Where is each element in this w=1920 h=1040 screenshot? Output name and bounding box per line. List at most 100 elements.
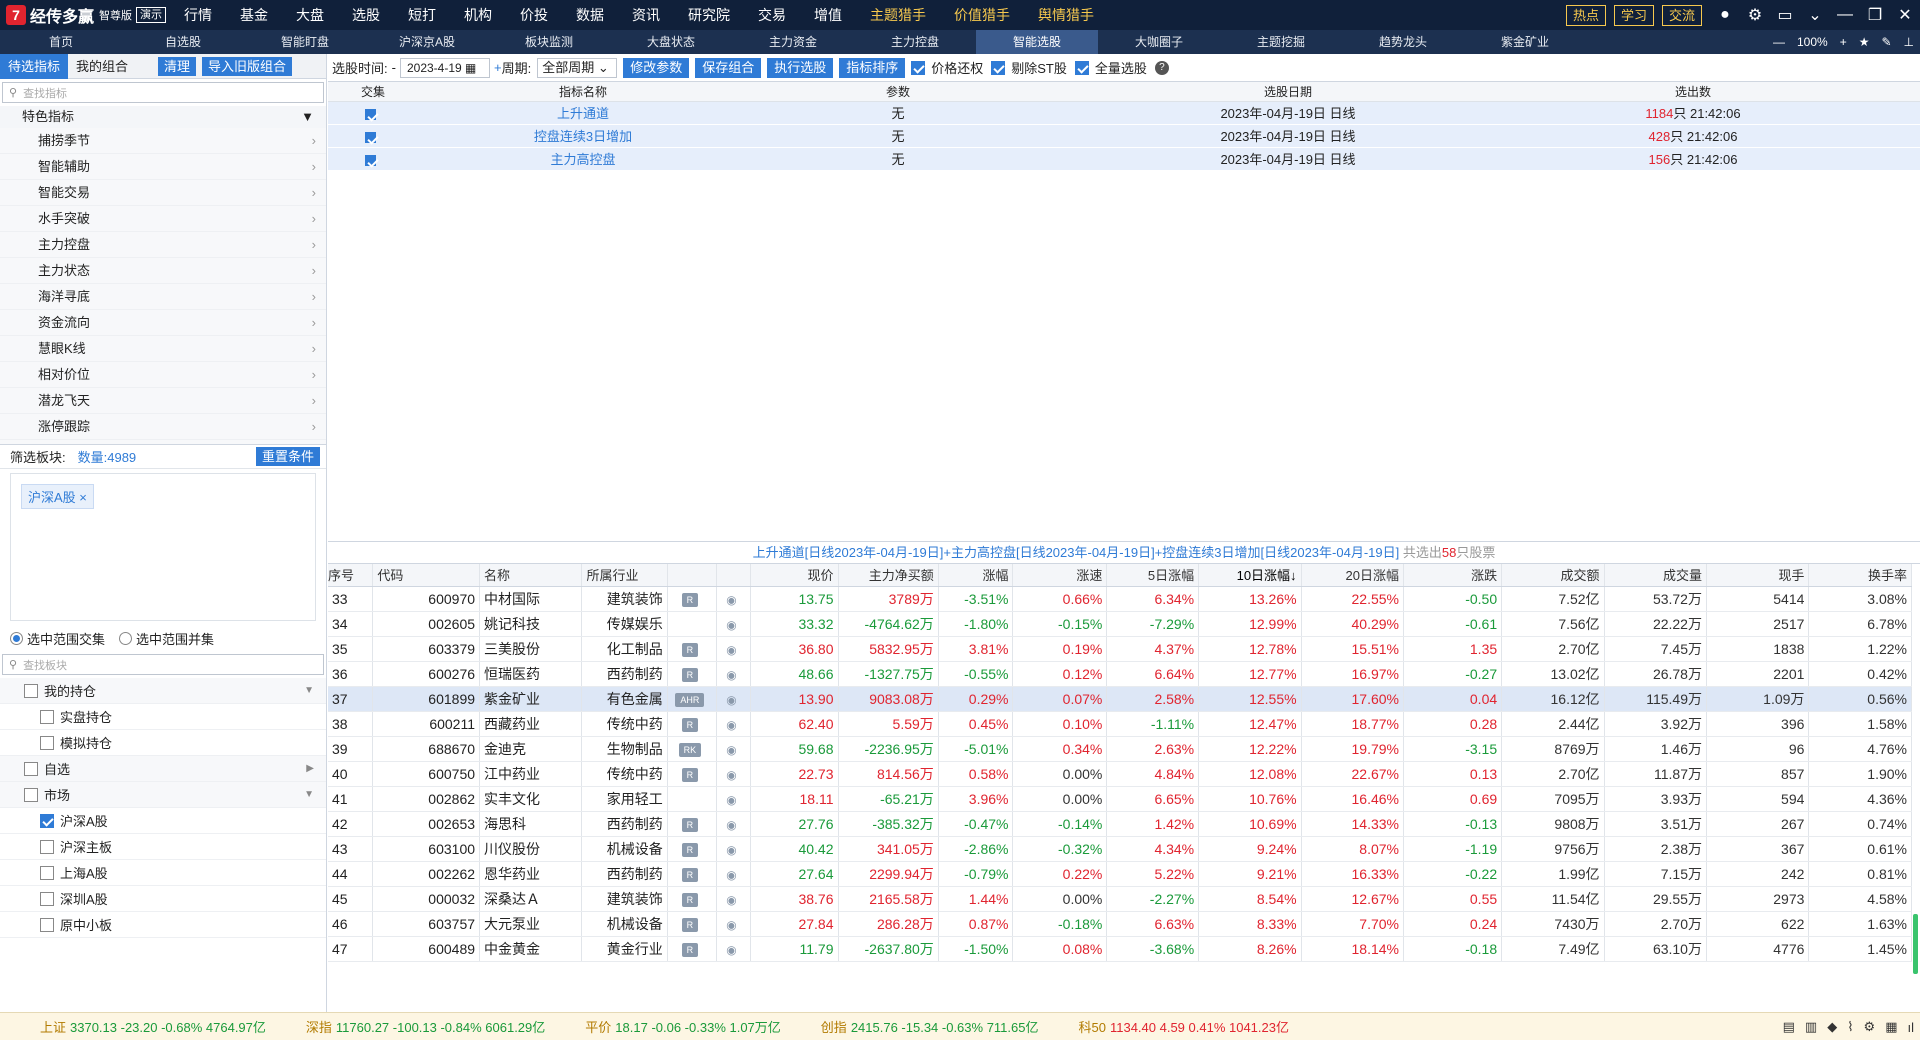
vertical-scrollbar[interactable] — [1913, 914, 1918, 974]
window-layout-icon[interactable]: ▭ — [1770, 0, 1800, 30]
tab-item[interactable]: 主力资金 — [732, 30, 854, 54]
tab-item[interactable]: 板块监测 — [488, 30, 610, 54]
eye-icon[interactable]: ◉ — [726, 868, 736, 882]
menu-item[interactable]: 交易 — [744, 0, 800, 30]
full-selection-checkbox[interactable] — [1074, 60, 1089, 75]
eye-icon[interactable]: ◉ — [726, 718, 736, 732]
watch-cell[interactable]: ◉ — [716, 661, 752, 687]
indicator-item[interactable]: 智能辅助 › — [0, 154, 326, 180]
watch-cell[interactable]: ◉ — [716, 686, 752, 712]
menu-item[interactable]: 大盘 — [282, 0, 338, 30]
tree-checkbox[interactable] — [24, 761, 38, 776]
watch-cell[interactable]: ◉ — [716, 936, 752, 962]
indicator-item[interactable]: 智能交易 › — [0, 180, 326, 206]
menu-item[interactable]: 增值 — [800, 0, 856, 30]
col-price[interactable]: 现价 — [750, 564, 839, 587]
indicator-item[interactable]: 相对价位 › — [0, 362, 326, 388]
stock-code[interactable]: 603379 — [372, 636, 481, 662]
eye-icon[interactable]: ◉ — [726, 818, 736, 832]
eye-icon[interactable]: ◉ — [726, 643, 736, 657]
tree-arrow-icon[interactable]: ▼ — [304, 789, 314, 800]
stock-row[interactable]: 40 600750 江中药业 传统中药 R ◉ 22.73 814.56万 0.58% 0.00%… — [328, 761, 1912, 787]
watch-cell[interactable]: ◉ — [716, 736, 752, 762]
restore-icon[interactable]: ❐ — [1860, 0, 1890, 30]
tree-checkbox[interactable] — [24, 683, 38, 698]
col-seq[interactable]: 序号 — [328, 564, 374, 587]
price-restore-option[interactable]: 价格还权 — [911, 58, 983, 77]
indicator-item[interactable]: 主力控盘 › — [0, 232, 326, 258]
stock-code[interactable]: 603757 — [372, 911, 481, 937]
tree-checkbox[interactable] — [40, 891, 54, 906]
exclude-st-checkbox[interactable] — [991, 60, 1006, 75]
help-icon[interactable]: ? — [1154, 60, 1169, 75]
eye-icon[interactable]: ◉ — [726, 893, 736, 907]
tree-checkbox[interactable] — [40, 917, 54, 932]
stock-name[interactable]: 大元泵业 — [479, 911, 583, 937]
stock-name[interactable]: 恒瑞医药 — [479, 661, 583, 687]
col-name[interactable]: 名称 — [479, 564, 583, 587]
col-watch[interactable] — [716, 564, 752, 587]
tree-item[interactable]: 沪深主板 — [0, 834, 326, 860]
signal-icon[interactable]: ıl — [1908, 1020, 1915, 1035]
col-net-buy[interactable]: 主力净买额 — [838, 564, 939, 587]
reset-conditions-button[interactable]: 重置条件 — [255, 447, 320, 466]
pen-icon[interactable]: ✎ — [1881, 35, 1891, 49]
close-icon[interactable]: ✕ — [1890, 0, 1920, 30]
hot-button[interactable]: 热点 — [1565, 4, 1606, 26]
menu-item[interactable]: 行情 — [170, 0, 226, 30]
stock-row[interactable]: 36 600276 恒瑞医药 西药制药 R ◉ 48.66 -1327.75万 -0.55% 0.… — [328, 661, 1912, 687]
col-20d[interactable]: 20日涨幅 — [1301, 564, 1404, 587]
tab-item[interactable]: 主题挖掘 — [1220, 30, 1342, 54]
indicator-item[interactable]: 资金流向 › — [0, 310, 326, 336]
menu-item[interactable]: 机构 — [450, 0, 506, 30]
stock-row[interactable]: 37 601899 紫金矿业 有色金属 AHR ◉ 13.90 9083.08万 0.29% 0.… — [328, 686, 1912, 712]
chip-close-icon[interactable]: × — [79, 490, 87, 505]
eye-icon[interactable]: ◉ — [726, 668, 736, 682]
stock-row[interactable]: 43 603100 川仪股份 机械设备 R ◉ 40.42 341.05万 -2.86% -0.3… — [328, 836, 1912, 862]
grid-icon[interactable]: ▦ — [1885, 1019, 1897, 1035]
indicator-item[interactable]: 慧眼K线 › — [0, 336, 326, 362]
stock-row[interactable]: 45 000032 深桑达Ａ 建筑装饰 R ◉ 38.76 2165.58万 1.44% 0.00… — [328, 886, 1912, 912]
tab-item[interactable]: 趋势龙头 — [1342, 30, 1464, 54]
intersect-cell[interactable] — [328, 102, 418, 124]
exclude-st-option[interactable]: 剔除ST股 — [991, 58, 1067, 77]
watch-cell[interactable]: ◉ — [716, 761, 752, 787]
eye-icon[interactable]: ◉ — [726, 793, 736, 807]
menu-item[interactable]: 数据 — [562, 0, 618, 30]
stock-name[interactable]: 深桑达Ａ — [479, 886, 583, 912]
menu-item[interactable]: 价投 — [506, 0, 562, 30]
stock-name[interactable]: 海思科 — [479, 811, 583, 837]
tree-item[interactable]: 原中小板 — [0, 912, 326, 938]
stock-name[interactable]: 川仪股份 — [479, 836, 583, 862]
stock-row[interactable]: 35 603379 三美股份 化工制品 R ◉ 36.80 5832.95万 3.81% 0.19… — [328, 636, 1912, 662]
stock-name[interactable]: 中材国际 — [479, 586, 583, 612]
indicator-name-link[interactable]: 主力高控盘 — [418, 148, 748, 170]
zoom-in-icon[interactable]: + — [1840, 35, 1847, 49]
tree-item[interactable]: 深圳A股 — [0, 886, 326, 912]
date-input[interactable]: 2023-4-19 ▦ — [399, 57, 490, 78]
run-selection-button[interactable]: 执行选股 — [767, 57, 834, 78]
tree-checkbox[interactable] — [40, 839, 54, 854]
tab-item[interactable]: 首页 — [0, 30, 122, 54]
save-combo-button[interactable]: 保存组合 — [695, 57, 762, 78]
stock-name[interactable]: 金迪克 — [479, 736, 583, 762]
tab-item[interactable]: 主力控盘 — [854, 30, 976, 54]
index-1[interactable]: 深指 11760.27 -100.13 -0.84% 6061.29亿 — [306, 1017, 545, 1036]
col-code[interactable]: 代码 — [372, 564, 481, 587]
full-selection-option[interactable]: 全量选股 — [1074, 58, 1147, 77]
diamond-icon[interactable]: ◆ — [1827, 1019, 1837, 1035]
indicator-sort-button[interactable]: 指标排序 — [839, 57, 906, 78]
stock-name[interactable]: 姚记科技 — [479, 611, 583, 637]
eye-icon[interactable]: ◉ — [726, 918, 736, 932]
exchange-button[interactable]: 交流 — [1661, 4, 1702, 26]
eye-icon[interactable]: ◉ — [726, 843, 736, 857]
minimize-icon[interactable]: — — [1830, 0, 1860, 30]
intersect-checkbox[interactable] — [364, 109, 376, 121]
tab-item[interactable]: 智能盯盘 — [244, 30, 366, 54]
star-icon[interactable]: ★ — [1859, 35, 1870, 49]
stock-code[interactable]: 000032 — [372, 886, 481, 912]
board-chip[interactable]: 沪深A股 × — [21, 484, 94, 509]
watch-cell[interactable]: ◉ — [716, 861, 752, 887]
intersect-cell[interactable] — [328, 125, 418, 147]
watch-cell[interactable]: ◉ — [716, 711, 752, 737]
